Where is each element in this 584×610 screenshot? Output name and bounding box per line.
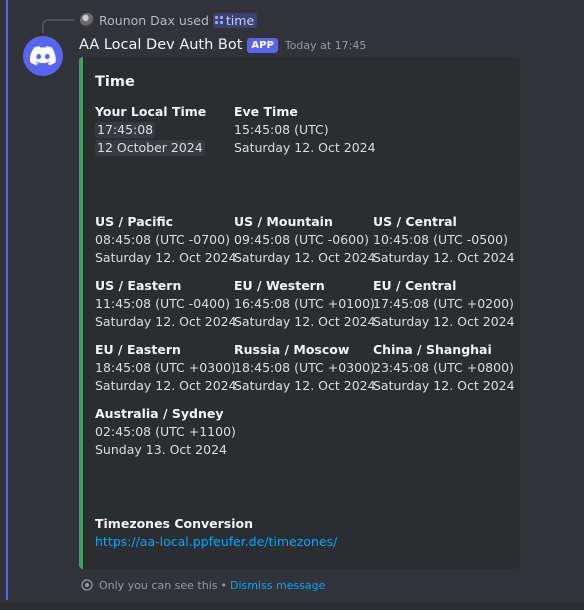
local-time-value: 17:45:08 [95,122,156,138]
interaction-used-text: used [178,12,209,28]
field-name: US / Eastern [95,278,182,293]
field-date: Sunday 13. Oct 2024 [95,442,227,457]
field-date: Saturday 12. Oct 2024 [234,378,376,393]
field-zone: Russia / Moscow 18:45:08 (UTC +0300) Sat… [234,341,376,395]
field-name: Eve Time [234,104,298,119]
embed-title: Time [95,74,135,90]
field-time: 18:45:08 (UTC +0300) [95,360,236,375]
message-timestamp[interactable]: Today at 17:45 [285,39,367,52]
command-mention[interactable]: time [212,12,258,28]
field-zone: US / Mountain 09:45:08 (UTC -0600) Satur… [234,213,376,267]
field-date: Saturday 12. Oct 2024 [373,250,515,265]
field-zone: China / Shanghai 23:45:08 (UTC +0800) Sa… [373,341,515,395]
field-name: Timezones Conversion [95,516,254,531]
field-name: EU / Eastern [95,342,181,357]
field-zone: EU / Eastern 18:45:08 (UTC +0300) Saturd… [95,341,237,395]
field-time: 10:45:08 (UTC -0500) [373,232,508,247]
field-timezones-conversion: Timezones Conversion https://aa-local.pp… [95,515,395,551]
field-name: Your Local Time [95,104,207,119]
field-date: Saturday 12. Oct 2024 [373,314,515,329]
app-badge: APP [247,37,278,53]
field-time: 17:45:08 (UTC +0200) [373,296,514,311]
discord-logo-icon [30,46,56,66]
field-time: 18:45:08 (UTC +0300) [234,360,375,375]
field-name: EU / Central [373,278,457,293]
field-date: Saturday 12. Oct 2024 [95,378,237,393]
field-zone: EU / Central 17:45:08 (UTC +0200) Saturd… [373,277,515,331]
field-name: China / Shanghai [373,342,492,357]
field-date: Saturday 12. Oct 2024 [95,314,237,329]
field-name: EU / Western [234,278,325,293]
command-name: time [225,12,255,28]
field-date: Saturday 12. Oct 2024 [373,378,515,393]
field-time: 16:45:08 (UTC +0100) [234,296,375,311]
field-time: 09:45:08 (UTC -0600) [234,232,369,247]
bottom-strip [0,602,584,610]
field-zone: US / Eastern 11:45:08 (UTC -0400) Saturd… [95,277,237,331]
field-date: Saturday 12. Oct 2024 [234,314,376,329]
field-zone: Australia / Sydney 02:45:08 (UTC +1100) … [95,405,236,459]
field-zone: US / Central 10:45:08 (UTC -0500) Saturd… [373,213,515,267]
field-name: Russia / Moscow [234,342,350,357]
timezones-link[interactable]: https://aa-local.ppfeufer.de/timezones/ [95,534,337,549]
message-highlight-bar [6,0,8,600]
field-time: 23:45:08 (UTC +0800) [373,360,514,375]
field-time: 02:45:08 (UTC +1100) [95,424,236,439]
author-name[interactable]: AA Local Dev Auth Bot [79,37,242,53]
slash-command-icon [214,16,223,24]
field-eve-time: Eve Time 15:45:08 (UTC) Saturday 12. Oct… [234,103,376,157]
field-time: 08:45:08 (UTC -0700) [95,232,230,247]
field-date: Saturday 12. Oct 2024 [234,250,376,265]
interaction-reference[interactable]: Rounon Dax used time [80,12,258,28]
field-time: 11:45:08 (UTC -0400) [95,296,230,311]
field-local-time: Your Local Time 17:45:08 12 October 2024 [95,103,230,157]
message-container: Rounon Dax used time AA Local Dev Auth B… [0,0,584,610]
field-date: Saturday 12. Oct 2024 [95,250,237,265]
time-embed: Time Your Local Time 17:45:08 12 October… [79,57,520,569]
footer-separator: • [220,578,228,592]
ephemeral-footer: Only you can see this • Dismiss message [81,577,325,593]
message-header: AA Local Dev Auth Bot APP Today at 17:45 [79,35,366,55]
user-avatar[interactable] [80,13,94,27]
bot-avatar[interactable] [23,36,63,76]
field-name: Australia / Sydney [95,406,224,421]
field-name: US / Mountain [234,214,333,229]
dismiss-message-link[interactable]: Dismiss message [230,579,325,592]
field-zone: EU / Western 16:45:08 (UTC +0100) Saturd… [234,277,376,331]
local-date-value: 12 October 2024 [95,140,205,156]
eye-icon [81,579,93,591]
field-time: 15:45:08 (UTC) [234,122,329,137]
field-date: Saturday 12. Oct 2024 [234,140,376,155]
reply-spine [42,19,75,33]
field-name: US / Pacific [95,214,174,229]
interaction-user[interactable]: Rounon Dax [99,13,175,28]
field-name: US / Central [373,214,457,229]
ephemeral-text: Only you can see this [99,578,218,592]
field-zone: US / Pacific 08:45:08 (UTC -0700) Saturd… [95,213,237,267]
